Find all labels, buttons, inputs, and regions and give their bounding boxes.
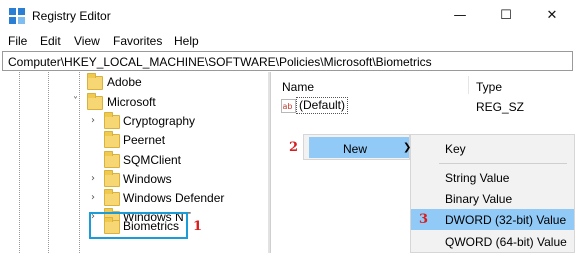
selection-highlight-box	[89, 212, 188, 239]
context-menu-item-label: New	[343, 142, 368, 156]
folder-icon	[104, 112, 120, 129]
folder-icon	[104, 151, 120, 168]
value-name[interactable]: (Default)	[296, 97, 349, 114]
chevron-right-icon[interactable]: ›	[91, 173, 95, 184]
submenu-item-string-value[interactable]: String Value	[411, 167, 574, 188]
step-number-3: 3	[419, 212, 429, 227]
step-number-1: 1	[193, 219, 203, 234]
column-header-type[interactable]: Type	[476, 80, 502, 94]
minimize-button[interactable]: —	[437, 0, 483, 32]
column-header-name[interactable]: Name	[282, 80, 314, 94]
folder-icon	[87, 73, 103, 90]
column-divider[interactable]	[468, 76, 469, 94]
context-menu-item-new[interactable]: New ❯	[309, 137, 411, 158]
address-path[interactable]: Computer\HKEY_LOCAL_MACHINE\SOFTWARE\Pol…	[8, 55, 432, 69]
string-value-icon: ab	[281, 99, 296, 113]
chevron-right-icon[interactable]: ›	[91, 192, 95, 203]
submenu-item-label: Binary Value	[445, 192, 513, 206]
menu-favorites[interactable]: Favorites	[113, 34, 162, 48]
tree-guide-line	[79, 72, 80, 253]
maximize-button[interactable]: ☐	[483, 0, 529, 32]
registry-editor-app-icon	[9, 8, 25, 24]
close-button[interactable]: ✕	[529, 0, 575, 32]
menu-help[interactable]: Help	[174, 34, 199, 48]
tree-item-label: Adobe	[107, 75, 142, 89]
new-submenu: Key String Value Binary Value DWORD (32-…	[410, 134, 575, 253]
submenu-item-key[interactable]: Key	[411, 138, 574, 159]
submenu-item-qword-value[interactable]: QWORD (64-bit) Value	[411, 231, 574, 252]
menu-separator	[439, 163, 567, 164]
menu-file[interactable]: File	[8, 34, 27, 48]
tree-item-label: Peernet	[123, 133, 166, 147]
submenu-item-binary-value[interactable]: Binary Value	[411, 188, 574, 209]
submenu-item-label: QWORD (64-bit) Value	[445, 235, 567, 249]
folder-icon	[104, 170, 120, 187]
menu-bar: File Edit View Favorites Help	[0, 32, 575, 50]
folder-icon	[104, 189, 120, 206]
tree-item-label: SQMClient	[123, 153, 182, 167]
chevron-down-icon[interactable]: ˅	[73, 96, 78, 107]
submenu-item-label: DWORD (32-bit) Value	[445, 213, 567, 227]
tree-guide-line	[19, 72, 20, 253]
address-bar[interactable]: Computer\HKEY_LOCAL_MACHINE\SOFTWARE\Pol…	[2, 51, 573, 71]
tree-item-label: Windows Defender	[123, 191, 225, 205]
step-number-2: 2	[289, 140, 299, 155]
context-menu: New ❯	[303, 134, 411, 160]
tree-item-label: Microsoft	[107, 95, 156, 109]
window-title: Registry Editor	[32, 9, 111, 23]
string-value-icon-text: ab	[283, 102, 293, 111]
submenu-item-label: String Value	[445, 171, 510, 185]
scrollbar[interactable]	[270, 72, 271, 253]
menu-view[interactable]: View	[74, 34, 100, 48]
tree-guide-line	[48, 72, 49, 253]
tree-item-label: Cryptography	[123, 114, 196, 128]
submenu-item-label: Key	[445, 142, 466, 156]
value-type: REG_SZ	[476, 100, 525, 114]
folder-icon	[104, 131, 120, 148]
menu-edit[interactable]: Edit	[40, 34, 61, 48]
title-bar: Registry Editor — ☐ ✕	[0, 0, 575, 32]
tree-item-label: Windows	[123, 172, 172, 186]
folder-icon	[87, 93, 103, 110]
submenu-item-dword-value[interactable]: DWORD (32-bit) Value	[411, 209, 574, 230]
chevron-right-icon[interactable]: ›	[91, 115, 95, 126]
